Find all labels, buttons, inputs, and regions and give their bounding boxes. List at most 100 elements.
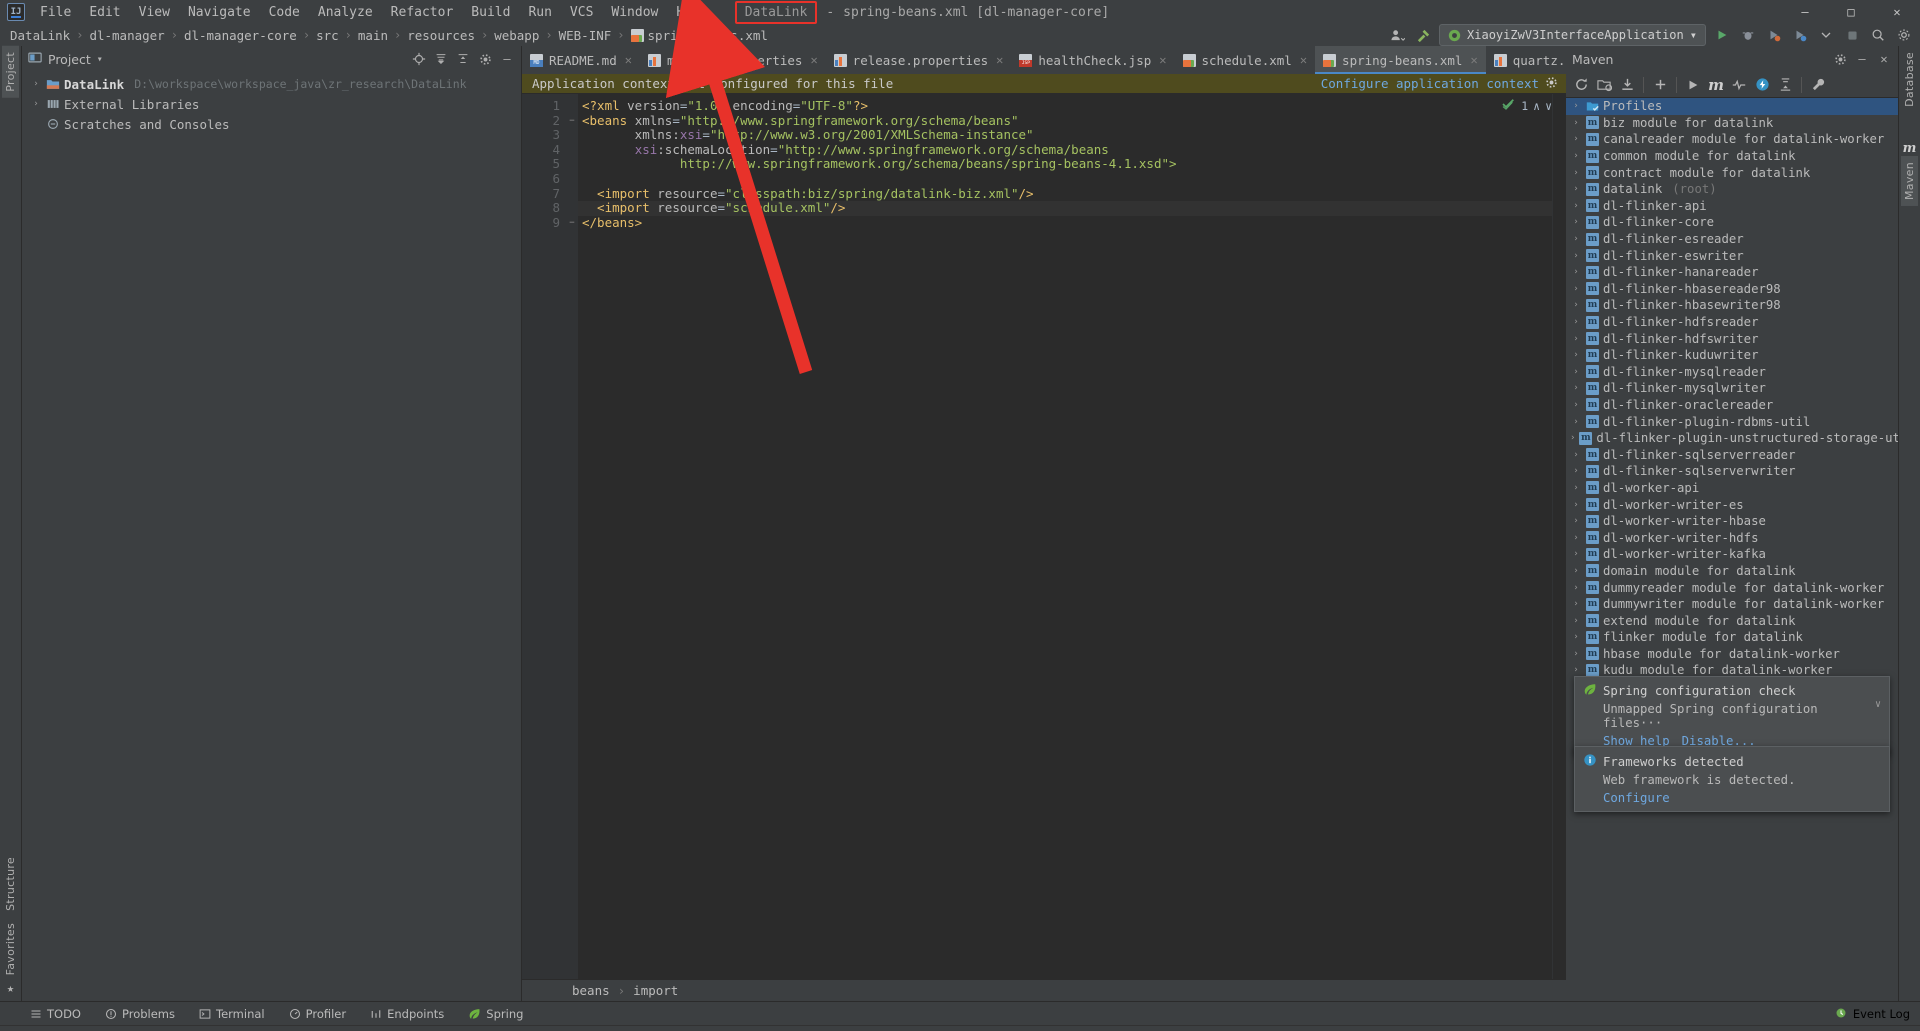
previous-problem-icon[interactable]: ∧ — [1533, 99, 1540, 113]
chevron-right-icon[interactable]: › — [1570, 300, 1582, 310]
chevron-right-icon[interactable]: › — [1570, 267, 1582, 277]
maven-tree-row[interactable]: › dl-flinker-sqlserverwriter — [1566, 463, 1898, 480]
project-tree-row[interactable]: › DataLink D:\workspace\workspace_java\zr_… — [22, 74, 521, 94]
maven-tree-row[interactable]: › dl-worker-writer-kafka — [1566, 546, 1898, 563]
chevron-right-icon[interactable]: › — [1570, 284, 1582, 294]
maven-tree-row[interactable]: › dl-worker-writer-hbase — [1566, 513, 1898, 530]
profile-icon[interactable] — [1387, 25, 1407, 45]
maven-tree-row[interactable]: › dl-flinker-hdfswriter — [1566, 330, 1898, 347]
menu-item-window[interactable]: Window — [602, 2, 667, 23]
execute-goal-icon[interactable]: m — [1705, 74, 1727, 96]
sidebar-item-favorites[interactable]: Favorites — [2, 917, 19, 981]
settings-icon[interactable] — [1830, 49, 1850, 69]
maven-tree-row[interactable]: › dl-flinker-eswriter — [1566, 247, 1898, 264]
chevron-right-icon[interactable]: › — [1570, 483, 1582, 493]
close-icon[interactable]: ✕ — [1300, 53, 1307, 67]
star-icon[interactable]: ★ — [7, 981, 14, 1001]
breadcrumb-item-resources[interactable]: resources — [405, 28, 477, 43]
menu-item-view[interactable]: View — [130, 2, 179, 23]
sidebar-item-database[interactable]: Database — [1901, 46, 1918, 113]
menu-item-analyze[interactable]: Analyze — [309, 2, 382, 23]
editor-tab-schedule-xml[interactable]: schedule.xml ✕ — [1175, 46, 1316, 74]
maven-tree-row[interactable]: › dl-flinker-mysqlreader — [1566, 364, 1898, 381]
chevron-right-icon[interactable]: › — [1570, 234, 1582, 244]
chevron-right-icon[interactable]: › — [1570, 500, 1582, 510]
chevron-right-icon[interactable]: › — [1570, 400, 1582, 410]
menu-item-help[interactable]: Help — [667, 2, 716, 23]
project-tree-row[interactable]: Scratches and Consoles — [22, 114, 521, 134]
breadcrumb-item-webapp[interactable]: webapp — [492, 28, 541, 43]
maven-tree-row[interactable]: › extend module for datalink — [1566, 612, 1898, 629]
editor-tab-bar[interactable]: README.md✕manager.properties✕release.pro… — [522, 46, 1566, 74]
breadcrumb-item-spring-beans-xml[interactable]: spring-beans.xml — [629, 28, 770, 43]
chevron-right-icon[interactable]: › — [1570, 632, 1582, 642]
profiler-icon[interactable] — [1790, 25, 1810, 45]
settings-wrench-icon[interactable] — [1807, 74, 1829, 96]
event-log-button[interactable]: Event Log — [1835, 1004, 1910, 1023]
close-icon[interactable]: ✕ — [1470, 53, 1477, 67]
menu-item-build[interactable]: Build — [462, 2, 519, 23]
chevron-right-icon[interactable]: › — [1570, 217, 1582, 227]
chevron-right-icon[interactable]: › — [1570, 134, 1582, 144]
chevron-right-icon[interactable]: › — [1570, 549, 1582, 559]
chevron-down-icon-toolbar[interactable] — [1816, 25, 1836, 45]
maven-tree-row[interactable]: › canalreader module for datalink-worker — [1566, 131, 1898, 148]
maven-tree-row[interactable]: › dl-flinker-plugin-rdbms-util — [1566, 413, 1898, 430]
code-line[interactable]: http://www.springframework.org/schema/be… — [578, 157, 1552, 172]
download-sources-icon[interactable] — [1616, 74, 1638, 96]
fold-marker[interactable] — [566, 201, 578, 216]
breadcrumb-item-datalink[interactable]: DataLink — [8, 28, 72, 43]
maven-tree-row[interactable]: › dl-flinker-kuduwriter — [1566, 347, 1898, 364]
breadcrumb-item-main[interactable]: main — [356, 28, 390, 43]
chevron-right-icon[interactable]: › — [1570, 417, 1582, 427]
search-icon[interactable] — [1868, 25, 1888, 45]
fold-marker[interactable]: − — [566, 114, 578, 129]
hide-icon[interactable]: ✕ — [1874, 49, 1894, 69]
chevron-right-icon[interactable]: › — [1570, 616, 1582, 626]
sidebar-item-project[interactable]: Project — [2, 46, 19, 98]
run-configuration-selector[interactable]: XiaoyiZwV3InterfaceApplication ▾ — [1439, 24, 1706, 46]
maven-tree-row[interactable]: › domain module for datalink — [1566, 563, 1898, 580]
maven-tree-row[interactable]: › hbase module for datalink-worker — [1566, 646, 1898, 663]
chevron-right-icon[interactable]: › — [1570, 566, 1582, 576]
chevron-right-icon[interactable]: › — [1570, 649, 1582, 659]
editor-crumb-import[interactable]: import — [633, 983, 678, 998]
chevron-right-icon[interactable]: › — [1570, 516, 1582, 526]
chevron-right-icon[interactable]: › — [1570, 433, 1575, 443]
code-line[interactable] — [578, 172, 1552, 187]
next-problem-icon[interactable]: ∨ — [1545, 99, 1552, 113]
menu-item-run[interactable]: Run — [519, 2, 560, 23]
maven-tree-row[interactable]: › dl-flinker-core — [1566, 214, 1898, 231]
code-line[interactable]: xsi:schemaLocation="http://www.springfra… — [578, 142, 1552, 158]
stop-icon[interactable] — [1842, 25, 1862, 45]
editor-crumb-beans[interactable]: beans — [572, 983, 610, 998]
code-editor[interactable]: 123456789 − − <?xml version="1.0" encodin… — [522, 94, 1566, 979]
chevron-right-icon[interactable]: › — [1570, 665, 1582, 675]
chevron-right-icon[interactable]: › — [1570, 367, 1582, 377]
editor-tab-release-properties[interactable]: release.properties ✕ — [826, 46, 1012, 74]
notification-popup[interactable]: Spring configuration check Unmapped Sprin… — [1574, 676, 1890, 755]
editor-tab-spring-beans-xml[interactable]: spring-beans.xml ✕ — [1315, 46, 1486, 74]
notification-popup[interactable]: Frameworks detected Web framework is dete… — [1574, 746, 1890, 812]
fold-marker[interactable] — [566, 157, 578, 172]
bottom-tool-terminal[interactable]: Terminal — [195, 1005, 269, 1023]
chevron-right-icon[interactable]: › — [1570, 466, 1582, 476]
fold-marker[interactable] — [566, 187, 578, 202]
chevron-right-icon[interactable]: › — [1570, 184, 1582, 194]
coverage-icon[interactable] — [1764, 25, 1784, 45]
editor-tab-readme-md[interactable]: README.md ✕ — [522, 46, 640, 74]
fold-marker[interactable] — [566, 143, 578, 158]
close-icon[interactable]: ✕ — [1159, 53, 1166, 67]
fold-marker[interactable] — [566, 99, 578, 114]
chevron-right-icon[interactable]: › — [1570, 317, 1582, 327]
maven-tree-row[interactable]: › dl-flinker-hbasereader98 — [1566, 281, 1898, 298]
code-line[interactable]: </beans> — [578, 215, 1552, 231]
maximize-button[interactable]: □ — [1828, 0, 1874, 24]
maven-tree-row[interactable]: › dl-worker-api — [1566, 480, 1898, 497]
maven-tree-row[interactable]: › dummyreader module for datalink-worker — [1566, 579, 1898, 596]
run-icon[interactable] — [1712, 25, 1732, 45]
fold-marker[interactable] — [566, 172, 578, 187]
breadcrumb-item-src[interactable]: src — [314, 28, 341, 43]
maven-tree-row[interactable]: › dl-flinker-api — [1566, 198, 1898, 215]
fold-marker[interactable]: − — [566, 216, 578, 231]
